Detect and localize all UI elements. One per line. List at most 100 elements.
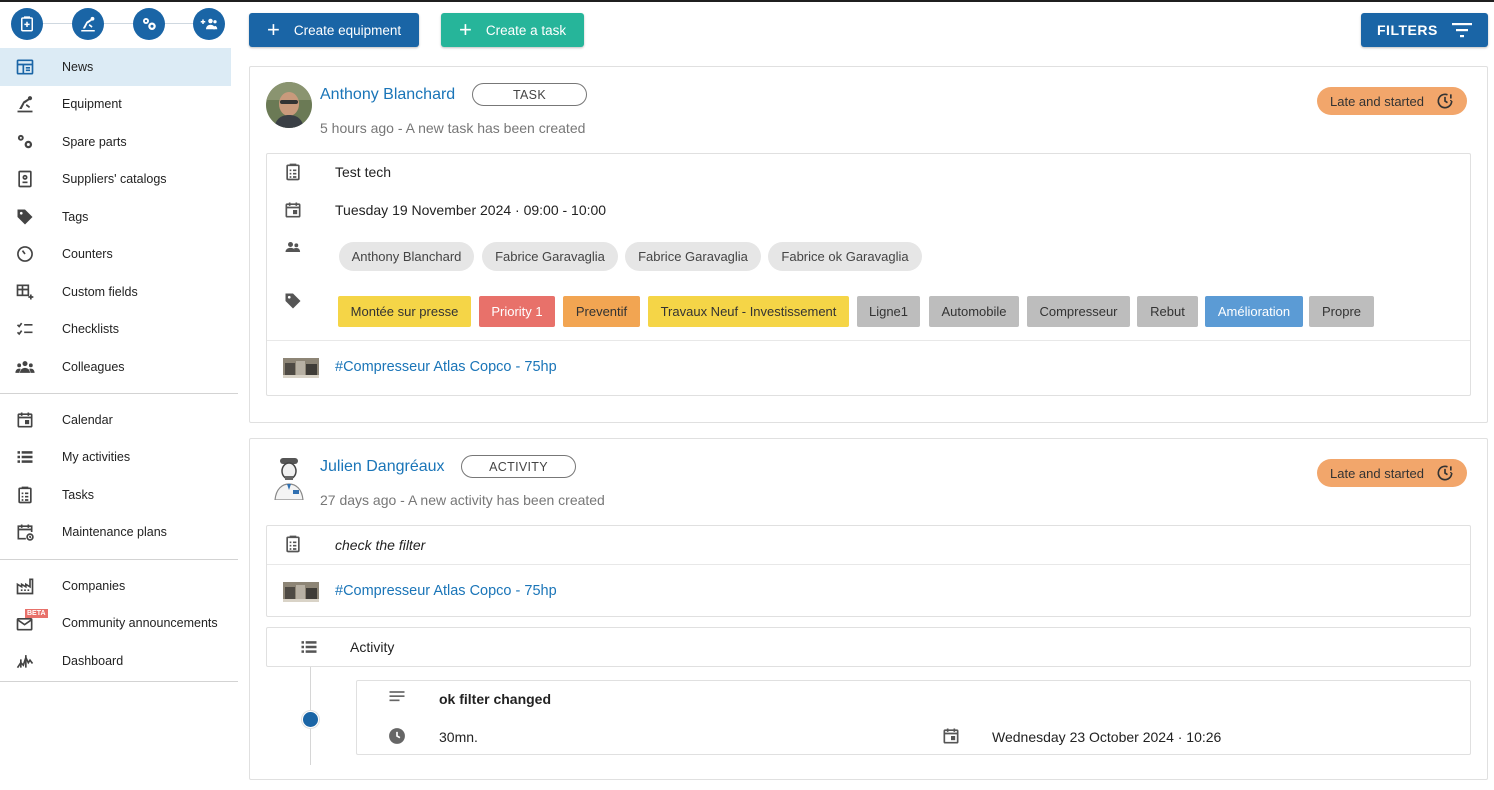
- quick-actions: [11, 8, 225, 40]
- sidebar-item-colleagues[interactable]: Colleagues: [0, 348, 238, 386]
- feed-card-activity: Julien Dangréaux ACTIVITY 27 days ago - …: [249, 438, 1488, 780]
- sidebar-item-suppliers-catalogs[interactable]: Suppliers' catalogs: [0, 161, 238, 199]
- assignee-chip[interactable]: Fabrice Garavaglia: [482, 242, 618, 271]
- author-name[interactable]: Anthony Blanchard: [320, 86, 455, 104]
- task-details: Test tech Tuesday 19 November 2024 · 09:…: [266, 153, 1471, 396]
- tag-icon: [283, 291, 303, 311]
- sidebar-item-maintenance-plans[interactable]: Maintenance plans: [0, 514, 238, 552]
- sidebar-item-counters[interactable]: Counters: [0, 236, 238, 274]
- sidebar: News Equipment Spare parts Suppliers' ca…: [0, 2, 238, 790]
- sidebar-item-tasks[interactable]: Tasks: [0, 476, 238, 514]
- counter-icon: [14, 244, 36, 264]
- activity-section-title: Activity: [350, 639, 395, 655]
- status-badge[interactable]: Late and started: [1317, 459, 1467, 487]
- tag-chip[interactable]: Ligne1: [857, 296, 920, 327]
- tag-chip[interactable]: Preventif: [563, 296, 640, 327]
- checklist-icon: [14, 319, 36, 339]
- avatar[interactable]: [266, 454, 312, 500]
- create-equipment-button[interactable]: + Create equipment: [249, 13, 419, 47]
- custom-fields-icon: [14, 282, 36, 302]
- avatar[interactable]: [266, 82, 312, 128]
- tag-chip[interactable]: Amélioration: [1205, 296, 1303, 327]
- tag-chip[interactable]: Travaux Neuf - Investissement: [648, 296, 849, 327]
- create-task-button[interactable]: + Create a task: [441, 13, 584, 47]
- quick-add-colleague-button[interactable]: [193, 8, 225, 40]
- activity-duration: 30mn.: [439, 729, 478, 745]
- sidebar-item-checklists[interactable]: Checklists: [0, 311, 238, 349]
- sidebar-item-companies[interactable]: Companies: [0, 567, 238, 605]
- type-badge: TASK: [472, 83, 587, 106]
- assignee-chip[interactable]: Fabrice Garavaglia: [625, 242, 761, 271]
- list-icon: [299, 637, 319, 657]
- sidebar-item-label: Custom fields: [62, 284, 138, 299]
- equipment-thumbnail[interactable]: [283, 582, 319, 602]
- equipment-icon: [14, 94, 36, 114]
- sidebar-item-community-announcements[interactable]: BETA Community announcements: [0, 605, 238, 643]
- author-name[interactable]: Julien Dangréaux: [320, 458, 445, 476]
- tag-chip[interactable]: Rebut: [1137, 296, 1198, 327]
- equipment-thumbnail[interactable]: [283, 358, 319, 378]
- sidebar-item-tags[interactable]: Tags: [0, 198, 238, 236]
- type-badge: ACTIVITY: [461, 455, 576, 478]
- list-icon: [14, 447, 36, 467]
- sidebar-item-label: Equipment: [62, 97, 122, 112]
- equipment-link[interactable]: #Compresseur Atlas Copco - 75hp: [335, 583, 557, 599]
- maintenance-plan-icon: [14, 522, 36, 542]
- sidebar-item-equipment[interactable]: Equipment: [0, 86, 238, 124]
- sidebar-nav-main: News Equipment Spare parts Suppliers' ca…: [0, 48, 238, 386]
- post-subtitle: 27 days ago - A new activity has been cr…: [320, 492, 605, 508]
- sidebar-item-label: Colleagues: [62, 359, 125, 374]
- status-label: Late and started: [1330, 465, 1424, 481]
- calendar-icon: [14, 410, 36, 430]
- sidebar-item-calendar[interactable]: Calendar: [0, 401, 238, 439]
- gears-icon: [143, 18, 156, 30]
- clipboard-icon: [283, 534, 303, 554]
- assignee-chip[interactable]: Fabrice ok Garavaglia: [768, 242, 922, 271]
- quick-add-task-button[interactable]: [11, 8, 43, 40]
- spare-parts-icon: [14, 132, 36, 152]
- tag-chip[interactable]: Priority 1: [479, 296, 555, 327]
- equipment-link[interactable]: #Compresseur Atlas Copco - 75hp: [335, 359, 557, 375]
- task-datetime: Tuesday 19 November 2024 · 09:00 - 10:00: [335, 202, 607, 218]
- activity-section-header[interactable]: Activity: [266, 627, 1471, 667]
- sidebar-item-label: Community announcements: [62, 616, 218, 631]
- add-clipboard-icon: [21, 16, 33, 32]
- plus-icon: +: [267, 17, 280, 42]
- activity-entry[interactable]: ok filter changed 30mn. Wednesday 23 Oct…: [356, 680, 1471, 755]
- filters-button[interactable]: FILTERS: [1361, 13, 1488, 47]
- clipboard-icon: [283, 162, 303, 182]
- sidebar-nav-planning: Calendar My activities Tasks Maintenance…: [0, 401, 238, 551]
- sidebar-item-label: Suppliers' catalogs: [62, 172, 167, 187]
- plus-icon: +: [459, 17, 472, 42]
- tag-chip[interactable]: Compresseur: [1027, 296, 1130, 327]
- create-equipment-label: Create equipment: [293, 22, 402, 38]
- filters-label: FILTERS: [1377, 22, 1438, 38]
- sidebar-divider: [0, 393, 238, 394]
- status-badge[interactable]: Late and started: [1317, 87, 1467, 115]
- sidebar-item-label: Companies: [62, 578, 126, 593]
- tag-chip[interactable]: Montée sur presse: [338, 296, 471, 327]
- beta-badge: BETA: [25, 608, 48, 618]
- activity-details: check the filter #Compresseur Atlas Copc…: [266, 525, 1471, 617]
- tag-icon: [14, 207, 36, 227]
- sidebar-item-dashboard[interactable]: Dashboard: [0, 642, 238, 680]
- sidebar-item-my-activities[interactable]: My activities: [0, 439, 238, 477]
- add-colleague-icon: [200, 18, 218, 30]
- separator: [267, 340, 1470, 341]
- sidebar-item-label: Counters: [62, 247, 113, 262]
- late-clock-icon: [1437, 465, 1453, 481]
- sidebar-item-label: News: [62, 59, 94, 74]
- sidebar-item-spare-parts[interactable]: Spare parts: [0, 123, 238, 161]
- sidebar-item-custom-fields[interactable]: Custom fields: [0, 273, 238, 311]
- sidebar-item-label: Tasks: [62, 487, 94, 502]
- clock-icon: [387, 726, 407, 746]
- sidebar-divider: [0, 681, 238, 682]
- quick-add-equipment-button[interactable]: [72, 8, 104, 40]
- assignee-chip[interactable]: Anthony Blanchard: [339, 242, 474, 271]
- sidebar-item-news[interactable]: News: [0, 48, 231, 86]
- tag-chip[interactable]: Propre: [1309, 296, 1374, 327]
- quick-add-spare-part-button[interactable]: [133, 8, 165, 40]
- filter-icon: [1451, 23, 1472, 38]
- tag-chip[interactable]: Automobile: [929, 296, 1019, 327]
- factory-icon: [14, 576, 36, 596]
